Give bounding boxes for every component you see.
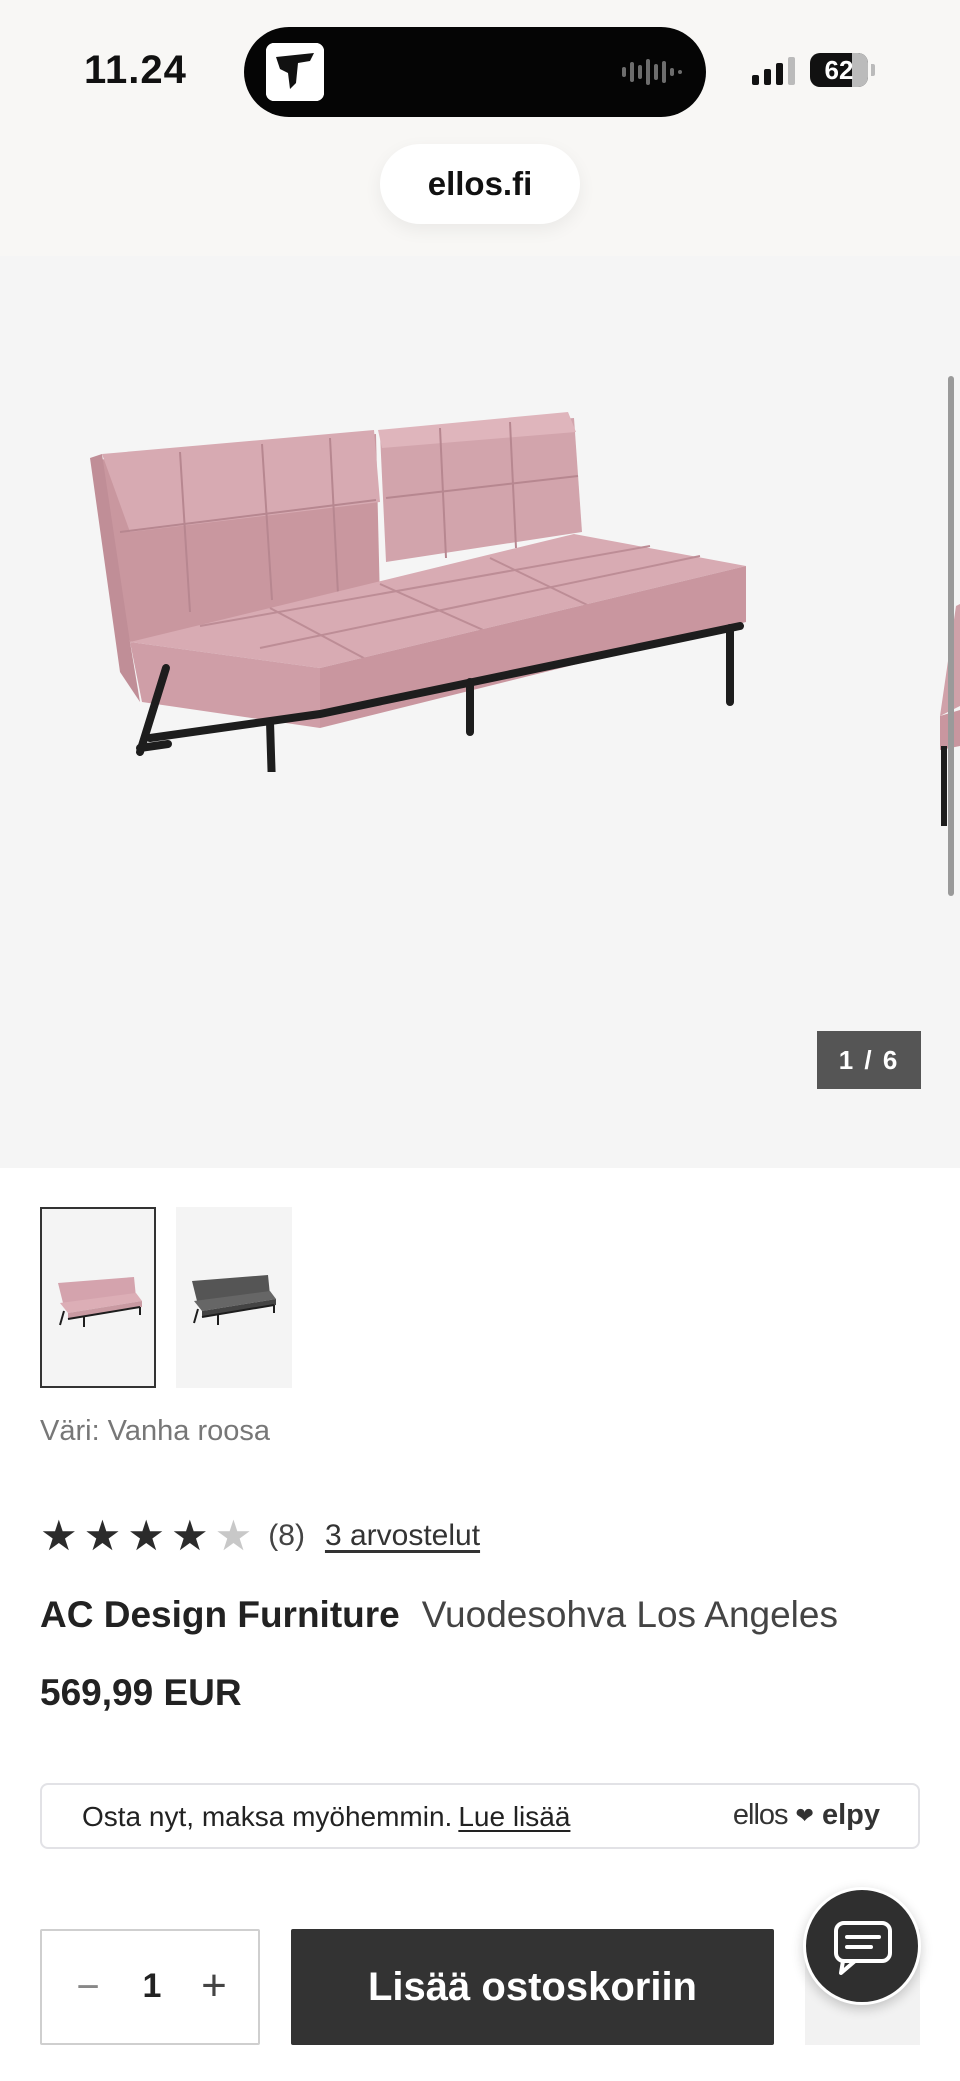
pay-later-message: Osta nyt, maksa myöhemmin. [82, 1801, 453, 1832]
dynamic-island[interactable] [244, 27, 706, 117]
product-price: 569,99 EUR [40, 1672, 242, 1713]
quantity-value[interactable]: 1 [130, 1967, 174, 2006]
product-image-sofa [90, 412, 746, 772]
product-title: AC Design Furniture Vuodesohva Los Angele… [40, 1594, 838, 1636]
star-icon: ★ [83, 1512, 122, 1559]
product-brand[interactable]: AC Design Furniture [40, 1594, 400, 1635]
thumbnail-pink-sofa[interactable] [40, 1207, 156, 1388]
chat-icon [834, 1921, 892, 1975]
gallery-scrollbar[interactable] [948, 376, 954, 896]
read-more-link[interactable]: Lue lisää [458, 1801, 570, 1832]
color-thumbnails [40, 1207, 292, 1388]
battery-level: 62 [824, 55, 854, 85]
ellos-logo-text: ellos [732, 1799, 789, 1831]
product-image-gallery[interactable]: 1 / 6 [0, 256, 960, 1168]
chat-button[interactable] [803, 1887, 921, 2005]
pay-later-banner: Osta nyt, maksa myöhemmin. Lue lisää ello… [40, 1783, 920, 1849]
clock: 11.24 [84, 48, 187, 92]
rating-stars: ★ ★ ★ ★ ★ [40, 1514, 252, 1558]
increase-quantity-button[interactable]: + [194, 1961, 234, 2011]
status-bar-area: 11.24 62 ellos.fi [0, 0, 960, 256]
star-icon: ★ [170, 1512, 209, 1559]
star-empty-icon: ★ [214, 1512, 253, 1559]
product-rating: ★ ★ ★ ★ ★ (8) 3 arvostelut [40, 1514, 480, 1558]
decrease-quantity-button[interactable]: − [68, 1965, 108, 2010]
heart-icon: ❤ [795, 1802, 814, 1828]
audio-waveform-icon [622, 57, 682, 87]
add-to-cart-button[interactable]: Lisää ostoskoriin [291, 1929, 774, 2045]
image-counter: 1 / 6 [817, 1031, 921, 1089]
thumbnail-grey-sofa[interactable] [176, 1207, 292, 1388]
quantity-stepper: − 1 + [40, 1929, 260, 2045]
star-icon: ★ [40, 1512, 78, 1559]
color-label: Väri: Vanha roosa [40, 1415, 270, 1447]
ellos-elpy-logo: ellos ❤ elpy [733, 1799, 880, 1832]
rating-count: (8) [268, 1519, 305, 1552]
battery-icon: 62 [810, 53, 875, 87]
now-playing-artwork [266, 43, 324, 101]
reviews-link[interactable]: 3 arvostelut [325, 1519, 480, 1553]
elpy-logo-text: elpy [821, 1799, 880, 1831]
pay-later-text: Osta nyt, maksa myöhemmin. Lue lisää [82, 1801, 570, 1833]
product-name: Vuodesohva Los Angeles [421, 1594, 838, 1635]
cellular-signal-icon [752, 55, 795, 85]
address-bar[interactable]: ellos.fi [380, 144, 580, 224]
star-icon: ★ [127, 1512, 165, 1559]
